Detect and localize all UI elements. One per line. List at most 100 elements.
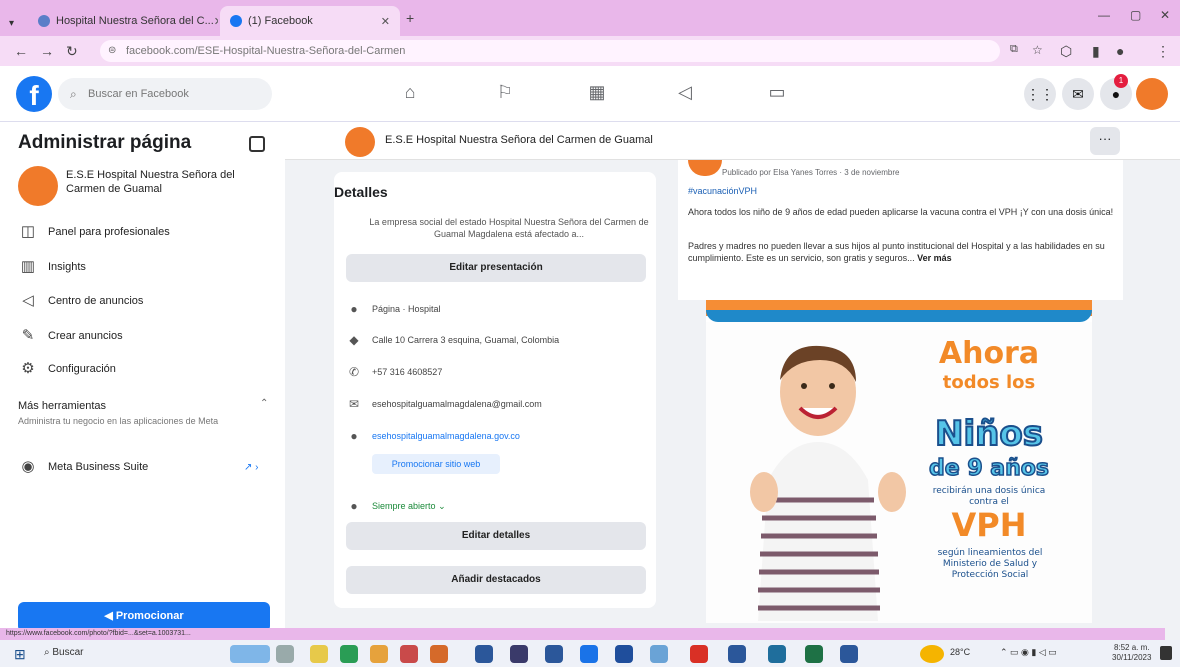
post-image[interactable]: Ahora todos los Niños de 9 años recibirá… <box>706 300 1092 623</box>
app-icon[interactable] <box>545 645 563 663</box>
taskbar-search[interactable]: ⌕ Buscar <box>44 647 84 658</box>
back-icon[interactable]: ← <box>14 43 28 59</box>
tab-facebook[interactable]: (1) Facebook ✕ <box>220 6 400 36</box>
app-icon[interactable] <box>370 645 388 663</box>
sidebar-page-switcher[interactable]: E.S.E Hospital Nuestra Señora del Carmen… <box>18 166 268 214</box>
pages-flag-icon[interactable]: ⚐ <box>490 82 520 103</box>
page-avatar[interactable] <box>345 127 375 157</box>
window-close-icon[interactable]: ✕ <box>1160 8 1170 22</box>
sidebar-toggle-icon[interactable] <box>249 136 265 152</box>
app-icon[interactable] <box>650 645 668 663</box>
app-icon[interactable] <box>400 645 418 663</box>
app-icon[interactable] <box>840 645 858 663</box>
sidebar-item-ads-center[interactable]: ◁ Centro de anuncios <box>18 289 268 313</box>
image-text-dose: recibirán una dosis única contra el <box>932 486 1046 507</box>
marketplace-icon[interactable]: ▦ <box>582 82 612 103</box>
extensions-icon[interactable]: ⬡ <box>1060 43 1072 60</box>
app-icon[interactable] <box>615 645 633 663</box>
edit-presentation-button[interactable]: Editar presentación <box>346 254 646 282</box>
facebook-search-input[interactable]: ⌕ Buscar en Facebook <box>58 78 272 110</box>
chevron-up-icon[interactable]: ⌃ <box>260 398 268 409</box>
video-icon[interactable]: ▭ <box>762 82 792 103</box>
file-explorer-icon[interactable] <box>310 645 328 663</box>
see-more-link[interactable]: Ver más <box>917 253 952 263</box>
sidebar-item-panel[interactable]: ◫ Panel para profesionales <box>18 220 268 244</box>
powerpoint-icon[interactable] <box>430 645 448 663</box>
forward-icon[interactable]: → <box>40 43 54 59</box>
weather-temp[interactable]: 28°C <box>950 647 970 657</box>
site-info-icon[interactable]: ⊜ <box>108 40 116 62</box>
ads-megaphone-icon[interactable]: ◁ <box>670 82 700 103</box>
minimize-icon[interactable]: — <box>1098 8 1110 22</box>
details-card: Detalles La empresa social del estado Ho… <box>334 172 656 608</box>
gear-icon: ⚙ <box>21 360 35 377</box>
search-placeholder: Buscar en Facebook <box>88 88 189 100</box>
browser-icon[interactable] <box>580 645 598 663</box>
sidebar-item-meta-business-suite[interactable]: ◉ Meta Business Suite <box>18 455 268 479</box>
tab-menu-icon[interactable]: ▾ <box>4 8 24 38</box>
sidebar-item-insights[interactable]: ▥ Insights <box>18 255 268 279</box>
chrome-icon[interactable] <box>340 645 358 663</box>
facebook-logo[interactable]: f <box>16 76 52 112</box>
notification-badge: 1 <box>1114 74 1128 88</box>
promote-website-button[interactable]: Promocionar sitio web <box>372 454 500 474</box>
more-tools-title[interactable]: Más herramientas <box>18 400 106 412</box>
close-icon[interactable]: ✕ <box>214 15 218 28</box>
app-icon[interactable] <box>768 645 786 663</box>
translate-icon[interactable]: ⧉ <box>1010 43 1018 56</box>
tab-hospital[interactable]: Hospital Nuestra Señora del C... ✕ <box>28 6 218 36</box>
word-icon[interactable] <box>475 645 493 663</box>
weather-icon[interactable] <box>920 645 944 663</box>
open-status[interactable]: Siempre abierto <box>372 501 436 511</box>
widget-landscape-icon[interactable] <box>230 645 270 663</box>
detail-row-website[interactable]: ● esehospitalguamalmagdalena.gov.co <box>346 426 646 446</box>
account-avatar[interactable] <box>1136 78 1168 110</box>
post-author-avatar[interactable] <box>688 160 722 176</box>
external-link-icon[interactable]: ↗ › <box>244 462 259 473</box>
app-icon[interactable] <box>690 645 708 663</box>
facebook-favicon-icon <box>230 15 242 27</box>
sidebar-item-label: Insights <box>48 261 86 273</box>
tab-label: (1) Facebook <box>248 15 313 27</box>
taskbar-search-label: Buscar <box>52 647 84 658</box>
sidebar-icon[interactable]: ▮ <box>1092 43 1100 60</box>
sidebar-item-create-ads[interactable]: ✎ Crear anuncios <box>18 324 268 348</box>
chevron-down-icon[interactable]: ⌄ <box>438 501 446 511</box>
close-icon[interactable]: ✕ <box>381 15 390 28</box>
page-header-name[interactable]: E.S.E Hospital Nuestra Señora del Carmen… <box>385 134 653 146</box>
image-text-ninos: Niños <box>934 413 1044 455</box>
messenger-icon[interactable]: ✉ <box>1062 78 1094 110</box>
windows-start-icon[interactable]: ⊞ <box>14 646 26 663</box>
browser-menu-icon[interactable]: ⋮ <box>1156 43 1170 60</box>
reload-icon[interactable]: ↻ <box>66 43 78 60</box>
profile-icon[interactable]: ● <box>1116 43 1124 59</box>
app-icon[interactable] <box>728 645 746 663</box>
home-icon[interactable]: ⌂ <box>395 82 425 103</box>
excel-icon[interactable] <box>805 645 823 663</box>
taskbar-clock[interactable]: 8:52 a. m. 30/11/2023 <box>1112 643 1151 663</box>
edit-details-button[interactable]: Editar detalles <box>346 522 646 550</box>
globe-icon: ● <box>350 429 358 443</box>
dashboard-icon: ◫ <box>20 223 36 240</box>
add-featured-button[interactable]: Añadir destacados <box>346 566 646 594</box>
detail-text: Página · Hospital <box>372 304 441 314</box>
bookmark-star-icon[interactable]: ☆ <box>1032 43 1043 57</box>
detail-text[interactable]: esehospitalguamalmagdalena.gov.co <box>372 431 520 441</box>
post-hashtag[interactable]: #vacunaciónVPH <box>688 186 757 196</box>
maximize-icon[interactable]: ▢ <box>1130 8 1141 22</box>
app-icon[interactable] <box>510 645 528 663</box>
sidebar-item-settings[interactable]: ⚙ Configuración <box>18 357 268 381</box>
megaphone-icon: ◁ <box>22 292 34 309</box>
image-text-age: de 9 años <box>928 455 1050 482</box>
new-tab-button[interactable]: + <box>406 10 414 26</box>
menu-grid-icon[interactable]: ⋮⋮ <box>1024 78 1056 110</box>
browser-tab-bar: ▾ Hospital Nuestra Señora del C... ✕ (1)… <box>0 0 1180 36</box>
detail-row-hours[interactable]: ● Siempre abierto ⌄ <box>346 496 646 516</box>
system-tray-icons[interactable]: ⌃ ▭ ◉ ▮ ◁ ▭ <box>1000 647 1057 658</box>
url-input[interactable]: ⊜ facebook.com/ESE-Hospital-Nuestra-Seño… <box>100 40 1000 62</box>
more-options-button[interactable]: ··· <box>1090 127 1120 155</box>
show-desktop-icon[interactable] <box>1160 646 1172 660</box>
sidebar-item-label: Configuración <box>48 363 116 375</box>
sidebar-page-name: E.S.E Hospital Nuestra Señora del Carmen… <box>66 169 235 195</box>
task-view-icon[interactable] <box>276 645 294 663</box>
